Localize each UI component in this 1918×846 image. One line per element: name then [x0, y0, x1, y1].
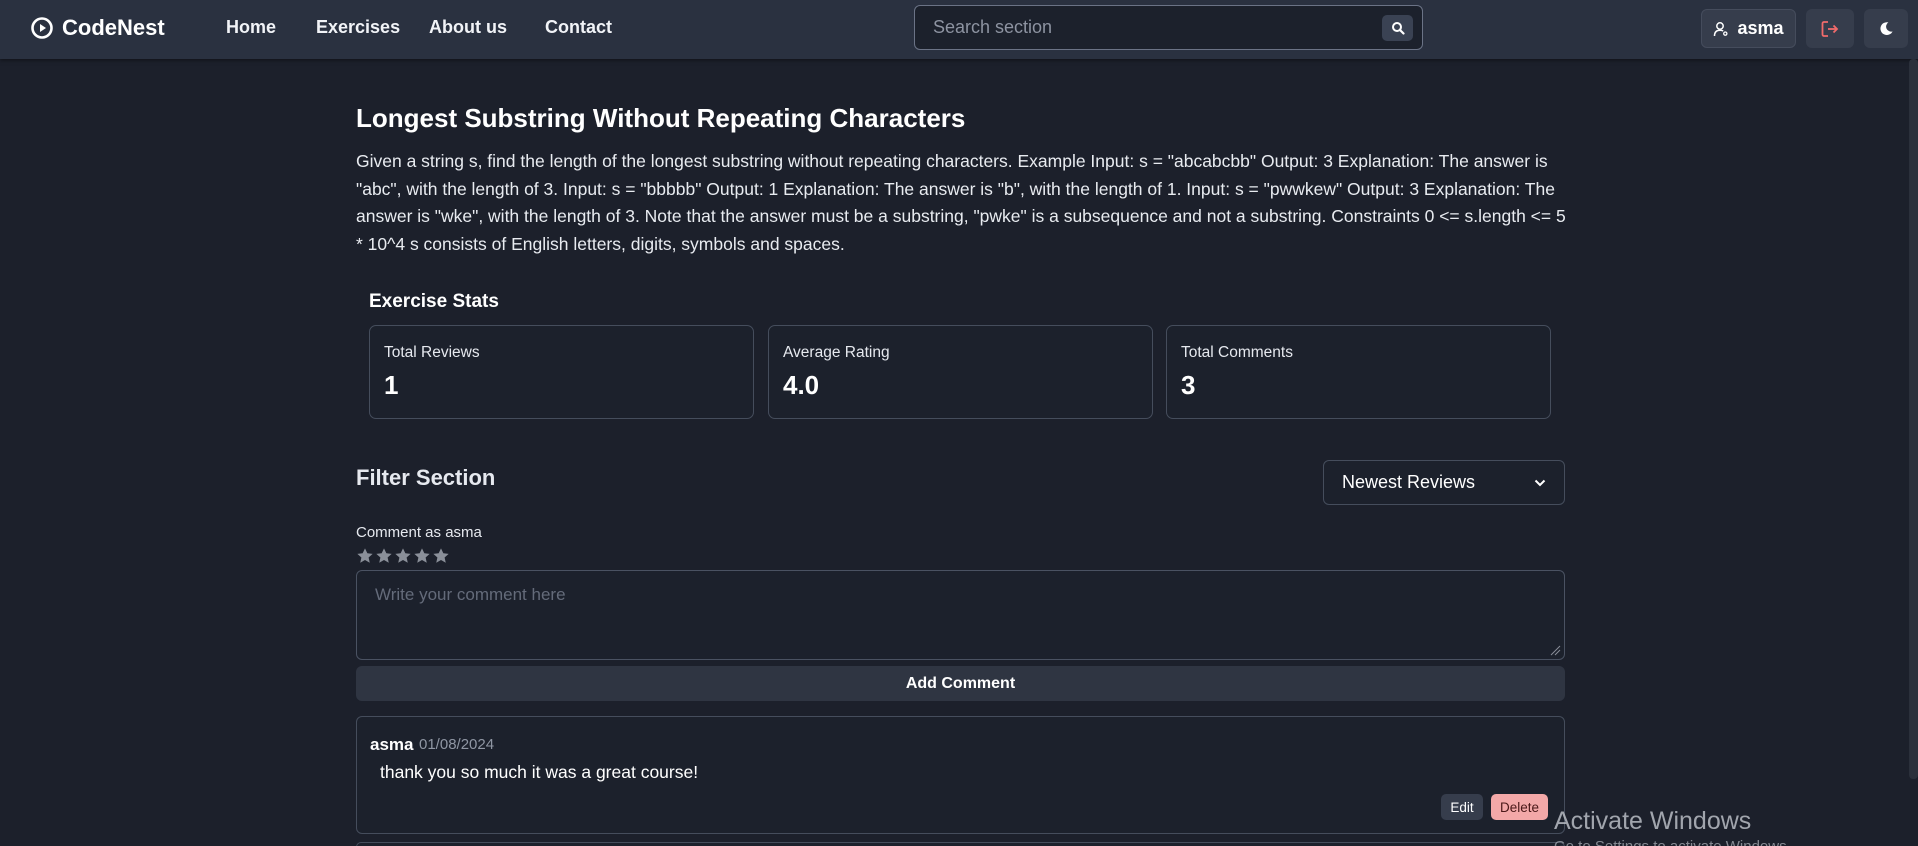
rating-stars: [356, 547, 450, 565]
filter-title: Filter Section: [356, 465, 496, 490]
moon-icon: [1879, 22, 1893, 35]
stats-heading: Exercise Stats: [369, 291, 499, 312]
star-icon[interactable]: [432, 547, 450, 565]
user-name: asma: [1737, 18, 1784, 38]
logout-icon: [1821, 20, 1839, 37]
comment-as-label: Comment as asma: [356, 524, 482, 541]
comment-textarea[interactable]: [357, 571, 1564, 659]
comment-card-partial: [356, 842, 1565, 846]
exercise-title: Longest Substring Without Repeating Char…: [356, 103, 966, 133]
play-circle-icon: [31, 17, 53, 39]
activate-windows-subtitle: Go to Settings to activate Windows.: [1554, 838, 1791, 846]
brand-logo[interactable]: CodeNest: [30, 15, 165, 41]
chevron-down-icon: [1534, 479, 1546, 486]
page-scrollbar[interactable]: [1909, 59, 1918, 779]
comment-date: 01/08/2024: [419, 736, 495, 753]
delete-comment-button[interactable]: Delete: [1491, 794, 1548, 820]
brand-name: CodeNest: [62, 15, 165, 40]
stat-label: Total Comments: [1181, 344, 1293, 361]
exercise-description: Given a string s, find the length of the…: [356, 151, 1566, 254]
stat-card-average-rating: Average Rating 4.0: [768, 325, 1153, 419]
stat-card-total-comments: Total Comments 3: [1166, 325, 1551, 419]
stat-label: Average Rating: [783, 344, 890, 361]
search-container: [914, 5, 1423, 50]
user-menu-button[interactable]: asma: [1701, 9, 1796, 48]
activate-windows-watermark: Activate Windows: [1554, 807, 1752, 835]
search-button[interactable]: [1382, 15, 1413, 41]
star-icon[interactable]: [356, 547, 374, 565]
search-icon: [1391, 22, 1405, 35]
comment-textarea-container: [356, 570, 1565, 660]
edit-comment-button[interactable]: Edit: [1441, 794, 1483, 820]
star-icon[interactable]: [394, 547, 412, 565]
comment-author: asma: [370, 735, 414, 754]
nav-link-about[interactable]: About us: [429, 17, 507, 38]
nav-link-home[interactable]: Home: [226, 17, 276, 38]
nav-link-exercises[interactable]: Exercises: [316, 17, 400, 38]
sort-select[interactable]: Newest Reviews: [1323, 460, 1565, 505]
comment-card: asma 01/08/2024 thank you so much it was…: [356, 716, 1565, 834]
comment-text: thank you so much it was a great course!: [380, 762, 699, 782]
nav-link-contact[interactable]: Contact: [545, 17, 612, 38]
stat-value: 1: [384, 370, 399, 400]
stat-value: 4.0: [783, 370, 820, 400]
star-icon[interactable]: [375, 547, 393, 565]
star-icon[interactable]: [413, 547, 431, 565]
stat-value: 3: [1181, 370, 1196, 400]
logout-button[interactable]: [1806, 9, 1854, 48]
search-input[interactable]: [915, 6, 1422, 49]
top-navbar: CodeNest Home Exercises About us Contact…: [0, 0, 1918, 59]
resize-grip-icon[interactable]: [1549, 644, 1561, 656]
theme-toggle-button[interactable]: [1864, 9, 1908, 48]
stat-card-total-reviews: Total Reviews 1: [369, 325, 754, 419]
user-icon: [1714, 21, 1729, 36]
sort-selected-value: Newest Reviews: [1342, 472, 1476, 492]
stat-label: Total Reviews: [384, 344, 480, 361]
add-comment-button[interactable]: Add Comment: [356, 666, 1565, 701]
